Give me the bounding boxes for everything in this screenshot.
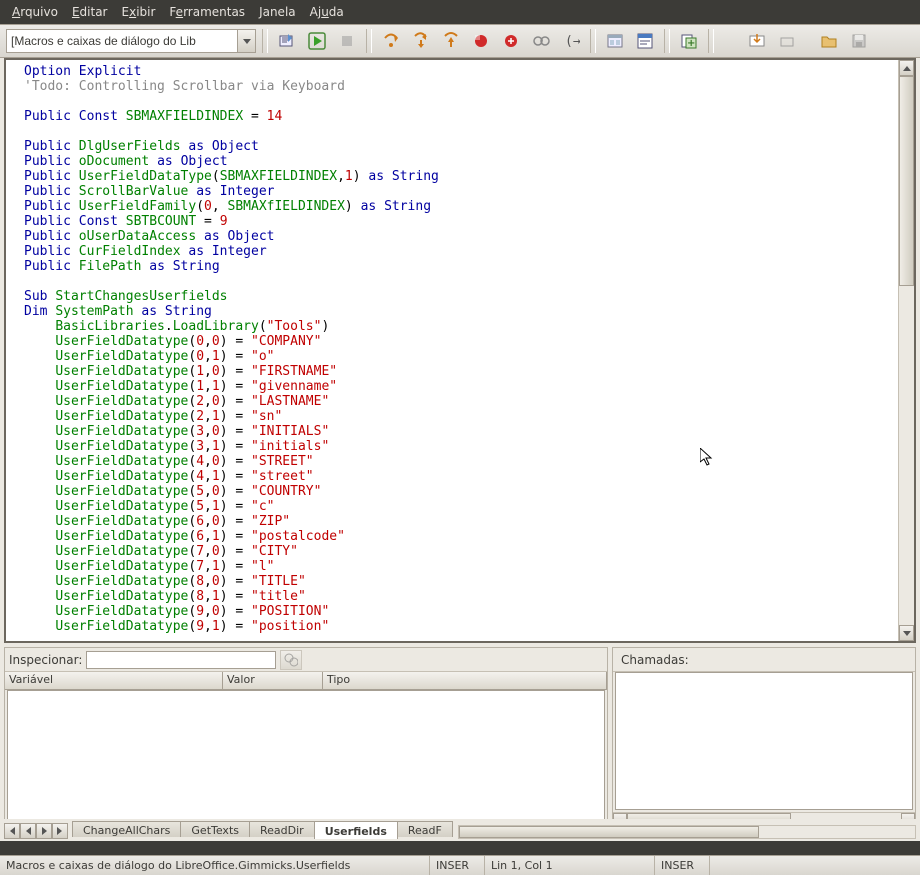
tab-changeallchars[interactable]: ChangeAllChars (72, 821, 181, 837)
status-path: Macros e caixas de diálogo do LibreOffic… (0, 856, 430, 875)
status-bar: Macros e caixas de diálogo do LibreOffic… (0, 855, 920, 875)
step-out-button[interactable] (438, 28, 464, 54)
open-folder-button[interactable] (816, 28, 842, 54)
step-over-button[interactable] (378, 28, 404, 54)
watch-pane-header: Inspecionar: (5, 648, 607, 672)
toolbar-separator (590, 29, 596, 53)
code-editor-frame: Option Explicit 'Todo: Controlling Scrol… (4, 58, 916, 643)
svg-text:+: + (687, 38, 695, 49)
bottom-panes: Inspecionar: Variável Valor Tipo Chamada… (4, 647, 916, 827)
svg-text:(→): (→) (565, 34, 580, 49)
calls-pane-header: Chamadas: (613, 648, 915, 672)
col-variable[interactable]: Variável (5, 672, 223, 689)
select-macro-button[interactable] (632, 28, 658, 54)
library-combo-input[interactable] (7, 30, 237, 52)
tab-nav (4, 823, 68, 839)
watch-body[interactable] (7, 690, 605, 824)
col-type[interactable]: Tipo (323, 672, 607, 689)
tab-hscroll[interactable] (458, 825, 916, 839)
toolbar: (→) + (0, 24, 920, 58)
compile-button[interactable] (274, 28, 300, 54)
tab-readdir[interactable]: ReadDir (249, 821, 315, 837)
watch-button[interactable] (528, 28, 554, 54)
tab-next-button[interactable] (36, 823, 52, 839)
tab-readf[interactable]: ReadF (397, 821, 453, 837)
watch-column-headers: Variável Valor Tipo (5, 672, 607, 690)
watch-pane: Inspecionar: Variável Valor Tipo (4, 647, 608, 827)
menu-bar: Arquivo Editar Exibir Ferramentas Janela… (0, 0, 920, 24)
scroll-up-button[interactable] (899, 60, 914, 76)
step-into-button[interactable] (408, 28, 434, 54)
find-parens-button[interactable]: (→) (558, 28, 584, 54)
tab-prev-button[interactable] (20, 823, 36, 839)
calls-label: Chamadas: (617, 651, 693, 669)
tab-gettexts[interactable]: GetTexts (180, 821, 250, 837)
calls-pane: Chamadas: (612, 647, 916, 827)
run-button[interactable] (304, 28, 330, 54)
library-combo-dropdown[interactable] (237, 30, 255, 52)
tab-hscroll-thumb[interactable] (459, 826, 759, 838)
calls-body[interactable] (615, 672, 913, 810)
breakpoint-toggle-button[interactable] (468, 28, 494, 54)
scroll-thumb[interactable] (899, 76, 914, 286)
export-button[interactable] (774, 28, 800, 54)
toolbar-separator (262, 29, 268, 53)
menu-ferramentas[interactable]: Ferramentas (163, 3, 251, 21)
tab-last-button[interactable] (52, 823, 68, 839)
menu-janela[interactable]: Janela (253, 3, 302, 21)
toolbar-separator (708, 29, 714, 53)
modules-button[interactable]: + (676, 28, 702, 54)
status-mode2[interactable]: INSER (655, 856, 710, 875)
tab-first-button[interactable] (4, 823, 20, 839)
status-position: Lin 1, Col 1 (485, 856, 655, 875)
code-editor[interactable]: Option Explicit 'Todo: Controlling Scrol… (6, 60, 898, 641)
stop-button[interactable] (334, 28, 360, 54)
menu-exibir[interactable]: Exibir (116, 3, 162, 21)
import-button[interactable] (744, 28, 770, 54)
watch-remove-button[interactable] (280, 650, 302, 670)
breakpoints-manage-button[interactable] (498, 28, 524, 54)
status-spacer (710, 856, 920, 875)
library-combo[interactable] (6, 29, 256, 53)
toolbar-separator (664, 29, 670, 53)
watch-input[interactable] (86, 651, 276, 669)
col-value[interactable]: Valor (223, 672, 323, 689)
watch-label: Inspecionar: (9, 653, 82, 667)
editor-vertical-scrollbar[interactable] (898, 60, 914, 641)
status-mode1[interactable]: INSER (430, 856, 485, 875)
tab-userfields[interactable]: Userfields (314, 821, 398, 839)
work-area: Option Explicit 'Todo: Controlling Scrol… (0, 58, 920, 841)
toolbar-separator (366, 29, 372, 53)
menu-ajuda[interactable]: Ajuda (304, 3, 350, 21)
menu-editar[interactable]: Editar (66, 3, 114, 21)
scroll-down-button[interactable] (899, 625, 914, 641)
menu-arquivo[interactable]: Arquivo (6, 3, 64, 21)
module-catalog-button[interactable] (602, 28, 628, 54)
save-basic-button[interactable] (846, 28, 872, 54)
module-tab-strip: ChangeAllCharsGetTextsReadDirUserfieldsR… (4, 819, 916, 839)
